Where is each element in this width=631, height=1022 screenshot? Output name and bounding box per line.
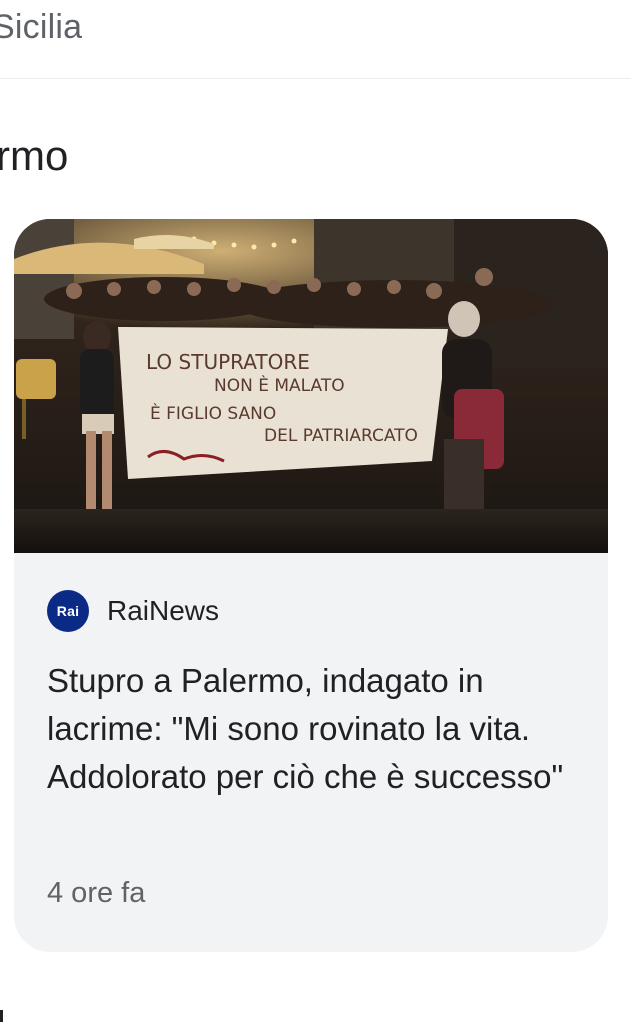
source-row[interactable]: Rai RaiNews xyxy=(47,590,220,632)
article-thumbnail[interactable]: LO STUPRATORE NON È MALATO È FIGLIO SANO… xyxy=(14,219,608,553)
top-bar: Sicilia xyxy=(0,0,631,79)
section-title: rmo xyxy=(0,132,69,179)
article-headline[interactable]: Stupro a Palermo, indagato in lacrime: "… xyxy=(47,657,587,801)
partial-next-item xyxy=(0,1010,3,1022)
news-card[interactable]: LO STUPRATORE NON È MALATO È FIGLIO SANO… xyxy=(14,219,608,952)
region-tab-label[interactable]: Sicilia xyxy=(0,8,82,47)
rai-logo-icon: Rai xyxy=(47,590,89,632)
banner-text-line: DEL PATRIARCATO xyxy=(264,426,418,446)
banner-text-line: È FIGLIO SANO xyxy=(150,402,276,424)
banner-text-line: NON È MALATO xyxy=(214,374,345,396)
banner-text-line: LO STUPRATORE xyxy=(146,350,310,374)
rai-logo-text: Rai xyxy=(56,603,80,619)
article-timestamp: 4 ore fa xyxy=(47,877,146,909)
source-name: RaiNews xyxy=(107,595,220,626)
